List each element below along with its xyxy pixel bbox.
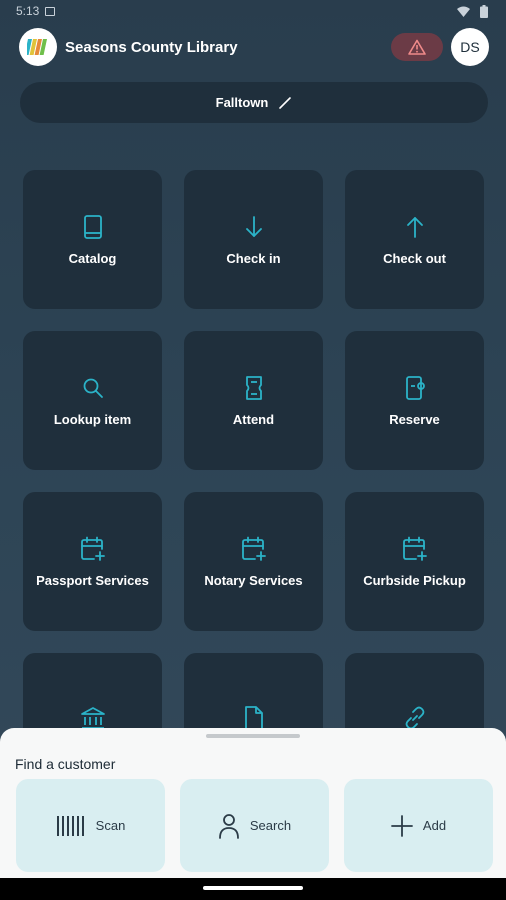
sheet-title: Find a customer (15, 756, 116, 772)
reserve-door-icon (401, 374, 429, 402)
arrow-down-icon (240, 213, 268, 241)
tile-label: Catalog (68, 251, 117, 266)
tile-label: Passport Services (36, 573, 149, 588)
tile-label: Lookup item (53, 412, 132, 427)
library-logo[interactable] (19, 28, 57, 66)
sheet-drag-handle[interactable] (206, 734, 300, 738)
tile-passport-services[interactable]: Passport Services (23, 492, 162, 631)
tile-catalog[interactable]: Catalog (23, 170, 162, 309)
calendar-add-icon (401, 535, 429, 563)
tile-reserve[interactable]: Reserve (345, 331, 484, 470)
tile-label: Check out (383, 251, 446, 266)
barcode-icon (56, 815, 84, 836)
user-avatar[interactable]: DS (451, 28, 489, 66)
book-icon (79, 213, 107, 241)
tile-label: Reserve (389, 412, 440, 427)
add-customer-button[interactable]: Add (344, 779, 493, 872)
person-icon (218, 813, 239, 839)
alert-button[interactable] (391, 33, 443, 61)
search-icon (79, 374, 107, 402)
plus-icon (391, 814, 413, 837)
battery-icon (480, 4, 488, 18)
status-time: 5:13 (16, 4, 40, 18)
app-header: Seasons County Library DS (19, 27, 489, 67)
scan-label: Scan (95, 818, 126, 833)
edit-pencil-icon (279, 96, 292, 109)
wifi-icon (457, 6, 470, 17)
tile-label: Curbside Pickup (363, 573, 466, 588)
tile-lookup-item[interactable]: Lookup item (23, 331, 162, 470)
tile-attend[interactable]: Attend (184, 331, 323, 470)
home-gesture-handle[interactable] (203, 886, 303, 890)
notification-icon (45, 6, 56, 16)
tile-label: Notary Services (204, 573, 303, 588)
branch-selector[interactable]: Falltown (20, 82, 488, 123)
customer-actions: Scan Search Add (16, 779, 493, 872)
app-title: Seasons County Library (65, 38, 238, 56)
tile-check-out[interactable]: Check out (345, 170, 484, 309)
system-nav-bar (0, 878, 506, 900)
search-button[interactable]: Search (180, 779, 329, 872)
status-bar: 5:13 (0, 0, 506, 22)
branch-name: Falltown (215, 95, 269, 110)
tile-check-in[interactable]: Check in (184, 170, 323, 309)
ticket-icon (240, 374, 268, 402)
calendar-add-icon (240, 535, 268, 563)
tile-label: Attend (232, 412, 275, 427)
add-label: Add (422, 818, 447, 833)
action-grid: Catalog Check in Check out Lookup item A… (23, 170, 485, 792)
tile-curbside-pickup[interactable]: Curbside Pickup (345, 492, 484, 631)
tile-label: Check in (226, 251, 281, 266)
find-customer-sheet: Find a customer Scan Search Add (0, 728, 506, 878)
arrow-up-icon (401, 213, 429, 241)
calendar-add-icon (79, 535, 107, 563)
warning-icon (408, 39, 426, 55)
tile-notary-services[interactable]: Notary Services (184, 492, 323, 631)
search-label: Search (249, 818, 292, 833)
scan-button[interactable]: Scan (16, 779, 165, 872)
logo-icon (27, 39, 47, 55)
